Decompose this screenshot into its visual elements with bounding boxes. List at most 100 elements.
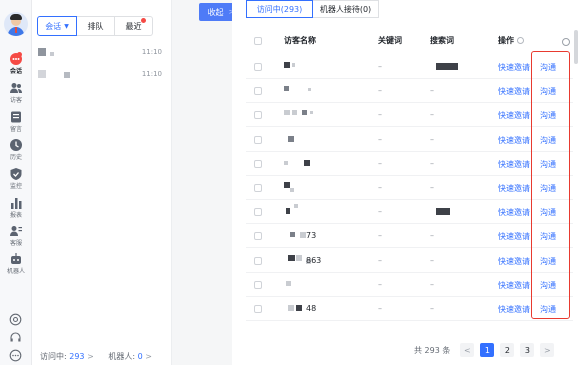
quick-invite-link[interactable]: 快速邀请: [498, 159, 530, 170]
tab-visiting[interactable]: 访问中(293): [246, 0, 313, 18]
nav-item-chat[interactable]: 会话: [0, 52, 32, 80]
quick-invite-link[interactable]: 快速邀请: [498, 62, 530, 73]
visitor-name-redacted: [288, 254, 295, 261]
visitor-name-redacted: [288, 135, 294, 142]
report-icon: [11, 198, 22, 209]
nav-item-monitor[interactable]: 监控: [0, 167, 32, 195]
table-row[interactable]: – – 快速邀请 沟通: [246, 273, 573, 297]
row-checkbox[interactable]: [254, 135, 262, 144]
row-checkbox[interactable]: [254, 87, 262, 96]
col-keyword: 关键词: [378, 36, 402, 45]
chat-link[interactable]: 沟通: [540, 62, 556, 73]
row-checkbox[interactable]: [254, 256, 262, 265]
keyword-cell: –: [378, 134, 382, 144]
target-icon[interactable]: [9, 313, 22, 326]
quick-invite-link[interactable]: 快速邀请: [498, 256, 530, 267]
chat-link[interactable]: 沟通: [540, 159, 556, 170]
settings-icon[interactable]: [562, 38, 570, 46]
nav-item-report[interactable]: 报表: [0, 196, 32, 224]
chat-link[interactable]: 沟通: [540, 207, 556, 218]
page-button[interactable]: 3: [520, 343, 535, 357]
nav-item-robot[interactable]: 机器人: [0, 252, 32, 280]
select-all-checkbox[interactable]: [254, 37, 262, 45]
info-icon[interactable]: [517, 37, 524, 44]
avatar-hair: [10, 14, 22, 20]
visitor-name-redacted: [296, 254, 302, 261]
tab-label: 机器人接待(0): [319, 4, 372, 14]
nav-label: 报表: [9, 212, 22, 219]
chat-link[interactable]: 沟通: [540, 280, 556, 291]
session-item[interactable]: 11:10: [38, 46, 166, 66]
nav-item-service[interactable]: 客服: [0, 224, 32, 252]
session-list-panel: 会话 ▼ 排队 最近 11:10 11:10 访问中: 293 > 机器人: 0…: [32, 0, 172, 365]
page-button[interactable]: 1: [480, 343, 495, 357]
nav-label: 客服: [9, 240, 22, 247]
row-checkbox[interactable]: [254, 280, 262, 289]
page-button[interactable]: 2: [500, 343, 515, 357]
prev-page-button[interactable]: <: [460, 343, 475, 357]
keyword-cell: –: [378, 183, 382, 192]
chat-link[interactable]: 沟通: [540, 231, 556, 242]
row-checkbox[interactable]: [254, 159, 262, 168]
quick-invite-link[interactable]: 快速邀请: [498, 183, 530, 194]
chat-link[interactable]: 沟通: [540, 304, 556, 315]
quick-invite-link[interactable]: 快速邀请: [498, 86, 530, 97]
search-term-redacted: [436, 63, 458, 70]
table-row[interactable]: – 快速邀请 沟通: [246, 55, 573, 79]
table-row[interactable]: – – 快速邀请 沟通: [246, 152, 573, 176]
visiting-count[interactable]: 293: [69, 352, 84, 361]
keyword-cell: –: [378, 62, 382, 71]
chat-link[interactable]: 沟通: [540, 86, 556, 97]
session-item[interactable]: 11:10: [38, 68, 166, 88]
chevron-right-icon[interactable]: >: [145, 352, 152, 361]
tab-queue[interactable]: 排队: [77, 16, 115, 36]
row-checkbox[interactable]: [254, 208, 262, 217]
headset-icon[interactable]: [9, 331, 22, 344]
row-checkbox[interactable]: [254, 232, 262, 241]
robot-count[interactable]: 0: [138, 352, 143, 361]
table-row[interactable]: – – 快速邀请 沟通: [246, 79, 573, 104]
table-row[interactable]: 863 – – 快速邀请 沟通: [246, 249, 573, 273]
chat-link[interactable]: 沟通: [540, 256, 556, 267]
nav-label: 留言: [9, 126, 22, 133]
quick-invite-link[interactable]: 快速邀请: [498, 280, 530, 291]
tab-sessions[interactable]: 会话 ▼: [37, 16, 77, 36]
row-checkbox[interactable]: [254, 305, 262, 313]
chevron-right-icon[interactable]: >: [87, 352, 94, 361]
table-scrollbar[interactable]: [574, 30, 578, 64]
search-term-cell: –: [430, 86, 434, 96]
chat-link[interactable]: 沟通: [540, 135, 556, 146]
tab-recent[interactable]: 最近: [115, 16, 153, 36]
table-row[interactable]: 73 – – 快速邀请 沟通: [246, 224, 573, 249]
table-row[interactable]: – 快速邀请 沟通: [246, 200, 573, 225]
nav-item-history[interactable]: 历史: [0, 138, 32, 166]
quick-invite-link[interactable]: 快速邀请: [498, 135, 530, 146]
user-avatar[interactable]: [4, 12, 28, 36]
quick-invite-link[interactable]: 快速邀请: [498, 304, 530, 315]
search-term-cell: –: [430, 183, 434, 192]
visitor-icon: [10, 83, 22, 93]
table-row[interactable]: – – 快速邀请 沟通: [246, 103, 573, 128]
nav-label: 监控: [9, 183, 22, 190]
quick-invite-link[interactable]: 快速邀请: [498, 110, 530, 121]
row-checkbox[interactable]: [254, 111, 262, 120]
table-header: 访客名称 关键词 搜索词 操作: [246, 32, 573, 50]
quick-invite-link[interactable]: 快速邀请: [498, 207, 530, 218]
search-term-cell: –: [430, 134, 434, 144]
tab-robot-reception[interactable]: 机器人接待(0): [313, 0, 379, 18]
total-count: 共 293 条: [414, 345, 451, 355]
nav-item-message[interactable]: 留言: [0, 110, 32, 138]
table-row[interactable]: – – 快速邀请 沟通: [246, 176, 573, 200]
chat-badge: [17, 52, 22, 57]
more-icon[interactable]: [9, 349, 22, 362]
chat-link[interactable]: 沟通: [540, 183, 556, 194]
next-page-button[interactable]: >: [540, 343, 555, 357]
row-checkbox[interactable]: [254, 63, 262, 71]
table-row[interactable]: 48 – – 快速邀请 沟通: [246, 297, 573, 321]
table-row[interactable]: – – 快速邀请 沟通: [246, 128, 573, 152]
row-checkbox[interactable]: [254, 184, 262, 192]
chat-link[interactable]: 沟通: [540, 110, 556, 121]
visitor-name-redacted: [284, 160, 288, 165]
quick-invite-link[interactable]: 快速邀请: [498, 231, 530, 242]
nav-item-visitor[interactable]: 访客: [0, 81, 32, 109]
